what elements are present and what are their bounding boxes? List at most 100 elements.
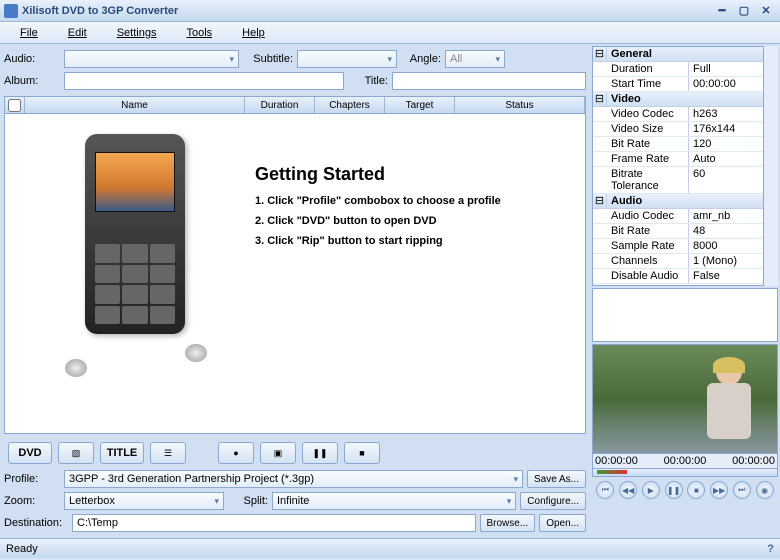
prop-row[interactable]: DurationFull [593, 62, 763, 77]
menubar: File Edit Settings Tools Help [0, 22, 780, 44]
prop-group: Audio [607, 194, 763, 208]
zoom-combo[interactable]: Letterbox [64, 492, 224, 510]
properties-grid[interactable]: ⊟GeneralDurationFullStart Time00:00:00⊟V… [592, 46, 764, 286]
prop-value[interactable]: Full [689, 62, 763, 76]
col-duration[interactable]: Duration [245, 97, 315, 113]
prop-value[interactable]: 00:00:00 [689, 77, 763, 91]
menu-settings[interactable]: Settings [117, 27, 157, 39]
expand-icon[interactable]: ⊟ [593, 47, 607, 61]
prop-row[interactable]: Bitrate Tolerance60 [593, 167, 763, 194]
properties-scrollbar[interactable] [764, 46, 778, 286]
prop-row[interactable]: Video Codech263 [593, 107, 763, 122]
chapter-button[interactable]: ☰ [150, 442, 186, 464]
expand-icon[interactable]: ⊟ [593, 92, 607, 106]
subtitle-combo[interactable] [297, 50, 397, 68]
stop-button[interactable]: ■ [344, 442, 380, 464]
progress-bar[interactable] [592, 469, 778, 477]
next-button[interactable]: ⏭ [733, 481, 751, 499]
menu-help[interactable]: Help [242, 27, 265, 39]
help-icon[interactable]: ? [767, 543, 774, 555]
time-mid: 00:00:00 [664, 455, 707, 467]
prop-row[interactable]: Channels1 (Mono) [593, 254, 763, 269]
pause-button[interactable]: ❚❚ [302, 442, 338, 464]
save-as-button[interactable]: Save As... [527, 470, 586, 488]
prop-key: Disable Audio [593, 269, 689, 283]
toolbar: DVD ▧ TITLE ☰ ● ▣ ❚❚ ■ [4, 438, 586, 468]
prop-value[interactable]: False [689, 269, 763, 283]
profile-label: Profile: [4, 473, 60, 485]
status-text: Ready [6, 543, 38, 555]
rewind-button[interactable]: ◀◀ [619, 481, 637, 499]
maximize-button[interactable]: ▢ [734, 4, 754, 18]
split-value: Infinite [277, 495, 309, 507]
getting-started: Getting Started 1. Click "Profile" combo… [255, 164, 501, 255]
album-label: Album: [4, 75, 60, 87]
col-name[interactable]: Name [25, 97, 245, 113]
prop-row[interactable]: Sample Rate8000 [593, 239, 763, 254]
checkall-checkbox[interactable] [5, 97, 25, 113]
angle-combo[interactable]: All [445, 50, 505, 68]
prop-value[interactable]: h263 [689, 107, 763, 121]
prop-value[interactable]: Auto [689, 152, 763, 166]
title-button[interactable]: TITLE [100, 442, 144, 464]
prop-row[interactable]: Disable AudioFalse [593, 269, 763, 284]
prop-row[interactable]: Audio Codecamr_nb [593, 209, 763, 224]
album-input[interactable] [64, 72, 344, 90]
prop-row[interactable]: Video Size176x144 [593, 122, 763, 137]
player-pause-button[interactable]: ❚❚ [665, 481, 683, 499]
file-list: Getting Started 1. Click "Profile" combo… [4, 114, 586, 434]
audio-combo[interactable] [64, 50, 239, 68]
forward-button[interactable]: ▶▶ [710, 481, 728, 499]
minimize-button[interactable]: ━ [712, 4, 732, 18]
col-chapters[interactable]: Chapters [315, 97, 385, 113]
prop-value[interactable]: 8000 [689, 239, 763, 253]
destination-input[interactable]: C:\Temp [72, 514, 476, 532]
prop-row[interactable]: Start Time00:00:00 [593, 77, 763, 92]
audio-label: Audio: [4, 53, 60, 65]
menu-edit[interactable]: Edit [68, 27, 87, 39]
col-status[interactable]: Status [455, 97, 585, 113]
rip-button[interactable]: ● [218, 442, 254, 464]
player-controls: ⏮ ◀◀ ▶ ❚❚ ■ ▶▶ ⏭ ◉ [592, 477, 778, 503]
prop-value[interactable]: 60 [689, 167, 763, 193]
prop-row[interactable]: Bit Rate48 [593, 224, 763, 239]
prop-value[interactable]: amr_nb [689, 209, 763, 223]
statusbar: Ready ? [0, 538, 780, 558]
title-input[interactable] [392, 72, 586, 90]
profile-combo[interactable]: 3GPP - 3rd Generation Partnership Projec… [64, 470, 523, 488]
prop-key: Video Size [593, 122, 689, 136]
stop-rip-button[interactable]: ▣ [260, 442, 296, 464]
prop-key: Bit Rate [593, 224, 689, 238]
dvd-folder-button[interactable]: ▧ [58, 442, 94, 464]
prop-row[interactable]: Frame RateAuto [593, 152, 763, 167]
prop-value[interactable]: 120 [689, 137, 763, 151]
split-combo[interactable]: Infinite [272, 492, 516, 510]
expand-icon[interactable]: ⊟ [593, 194, 607, 208]
list-header: Name Duration Chapters Target Status [4, 96, 586, 114]
snapshot-button[interactable]: ◉ [756, 481, 774, 499]
prop-value[interactable]: 176x144 [689, 122, 763, 136]
zoom-value: Letterbox [69, 495, 115, 507]
player-stop-button[interactable]: ■ [687, 481, 705, 499]
prop-value[interactable]: 48 [689, 224, 763, 238]
prop-group: Video [607, 92, 763, 106]
dvd-button[interactable]: DVD [8, 442, 52, 464]
open-button[interactable]: Open... [539, 514, 586, 532]
angle-label: Angle: [401, 53, 441, 65]
guide-heading: Getting Started [255, 164, 501, 185]
prop-row[interactable]: Bit Rate120 [593, 137, 763, 152]
title-label: Title: [348, 75, 388, 87]
menu-tools[interactable]: Tools [186, 27, 212, 39]
close-button[interactable]: ✕ [756, 4, 776, 18]
col-target[interactable]: Target [385, 97, 455, 113]
browse-button[interactable]: Browse... [480, 514, 536, 532]
profile-value: 3GPP - 3rd Generation Partnership Projec… [69, 473, 314, 485]
app-logo-icon [4, 4, 18, 18]
prop-key: Frame Rate [593, 152, 689, 166]
menu-file[interactable]: File [20, 27, 38, 39]
prop-value[interactable]: 1 (Mono) [689, 254, 763, 268]
prev-button[interactable]: ⏮ [596, 481, 614, 499]
time-current: 00:00:00 [595, 455, 638, 467]
configure-button[interactable]: Configure... [520, 492, 586, 510]
play-button[interactable]: ▶ [642, 481, 660, 499]
